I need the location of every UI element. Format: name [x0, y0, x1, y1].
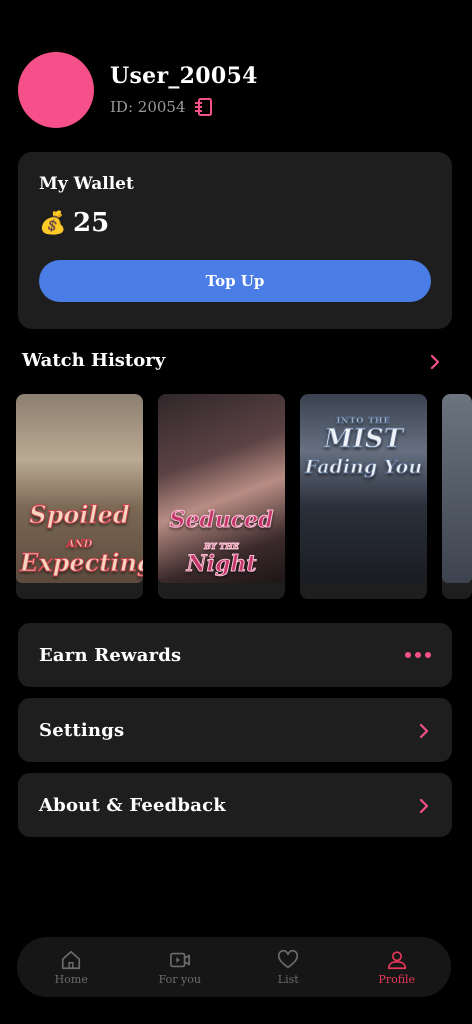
poster-image: Spoiled AND Expecting [16, 394, 143, 583]
wallet-card: My Wallet 💰 25 Top Up [18, 152, 452, 329]
tab-home[interactable]: Home [17, 937, 125, 997]
poster-image: Seduced BY THE Night [158, 394, 285, 583]
tab-profile-label: Profile [378, 972, 416, 986]
copy-icon[interactable] [194, 97, 214, 117]
wallet-title: My Wallet [39, 174, 134, 194]
video-icon [169, 952, 190, 967]
more-icon[interactable] [405, 652, 431, 658]
money-bag-icon: 💰 [39, 210, 67, 236]
chevron-right-icon[interactable] [428, 354, 442, 369]
history-poster[interactable]: INTO THE MIST Fading You [300, 394, 427, 599]
profile-header: User_20054 ID: 20054 [18, 52, 258, 128]
tab-profile[interactable]: Profile [343, 937, 451, 997]
history-poster[interactable]: Spoiled AND Expecting [16, 394, 143, 599]
about-feedback-label: About & Feedback [39, 794, 226, 816]
tab-list[interactable]: List [234, 937, 342, 997]
history-poster[interactable]: Seduced BY THE Night [158, 394, 285, 599]
tab-list-label: List [277, 972, 299, 986]
poster-image [442, 394, 472, 583]
poster-image: INTO THE MIST Fading You [300, 394, 427, 583]
earn-rewards-label: Earn Rewards [39, 644, 182, 666]
bottom-tab-bar: Home For you List Profile [17, 937, 451, 997]
heart-icon [278, 949, 299, 968]
settings-label: Settings [39, 719, 125, 741]
watch-history-list: Spoiled AND Expecting Seduced BY THE Nig… [16, 394, 472, 599]
balance-row: 💰 25 [39, 208, 431, 238]
poster-title: Spoiled AND Expecting [20, 500, 143, 577]
tab-for-you[interactable]: For you [126, 937, 234, 997]
watch-history-title: Watch History [22, 350, 166, 371]
earn-rewards-item[interactable]: Earn Rewards [18, 623, 452, 687]
settings-item[interactable]: Settings [18, 698, 452, 762]
user-id: ID: 20054 [110, 98, 186, 116]
tab-for-you-label: For you [158, 972, 201, 986]
top-up-button[interactable]: Top Up [39, 260, 431, 302]
username: User_20054 [110, 63, 258, 89]
chevron-right-icon [417, 723, 431, 739]
chevron-right-icon [417, 798, 431, 814]
avatar[interactable] [18, 52, 94, 128]
user-id-row: ID: 20054 [110, 97, 258, 117]
tab-home-label: Home [54, 972, 88, 986]
watch-history-header[interactable]: Watch History [22, 350, 442, 371]
about-feedback-item[interactable]: About & Feedback [18, 773, 452, 837]
profile-info: User_20054 ID: 20054 [110, 63, 258, 117]
poster-title: INTO THE MIST Fading You [304, 415, 423, 478]
poster-title: Seduced BY THE Night [169, 507, 274, 577]
history-poster[interactable] [442, 394, 472, 599]
coin-balance: 25 [73, 208, 110, 238]
home-icon [62, 950, 81, 969]
profile-icon [387, 950, 406, 969]
